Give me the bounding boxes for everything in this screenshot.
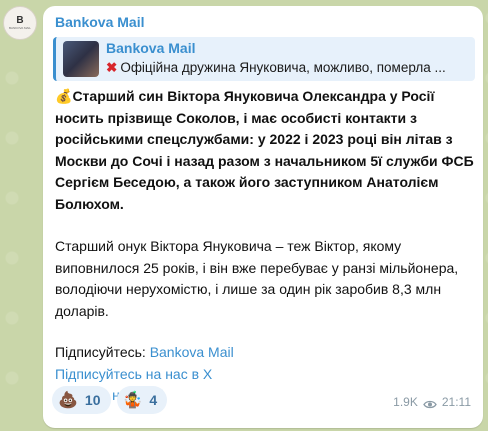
views-count: 1.9K xyxy=(393,395,418,409)
reaction-juggler[interactable]: 🤹 4 xyxy=(116,386,168,414)
reactions-bar: 💩 10 🤹 4 xyxy=(52,386,168,414)
reply-text: Офіційна дружина Януковича, можливо, пом… xyxy=(120,60,446,75)
reply-text-line: ✖ Офіційна дружина Януковича, можливо, по… xyxy=(106,60,472,76)
money-bag-icon: 💰 xyxy=(55,88,73,104)
message-paragraph-1: 💰Старший син Віктора Януковича Олександр… xyxy=(55,86,479,215)
reply-preview[interactable]: Bankova Mail ✖ Офіційна дружина Януковича… xyxy=(53,37,475,81)
avatar-mark: B xyxy=(16,15,24,26)
poop-emoji-icon: 💩 xyxy=(58,392,78,409)
message-time: 21:11 xyxy=(441,395,471,409)
eye-icon xyxy=(423,398,437,408)
paragraph-1-text: Старший син Віктора Януковича Олександра… xyxy=(55,88,474,212)
message-body: 💰Старший син Віктора Януковича Олександр… xyxy=(55,86,479,407)
reply-title: Bankova Mail xyxy=(106,40,196,56)
avatar-small-text: BANKOVA MAIL xyxy=(9,26,31,30)
reaction-poop[interactable]: 💩 10 xyxy=(52,386,111,414)
message-meta: 1.9K 21:11 xyxy=(393,395,471,409)
reaction-count: 10 xyxy=(84,392,101,408)
subscribe-link[interactable]: Bankova Mail xyxy=(150,344,234,360)
message-paragraph-2: Старший онук Віктора Януковича – теж Вік… xyxy=(55,238,459,319)
channel-avatar[interactable]: B BANKOVA MAIL xyxy=(3,6,37,40)
juggler-emoji-icon: 🤹 xyxy=(122,392,143,409)
reaction-count: 4 xyxy=(149,392,158,408)
channel-name[interactable]: Bankova Mail xyxy=(55,14,144,30)
message-bubble: Bankova Mail Bankova Mail ✖ Офіційна друж… xyxy=(43,6,483,428)
x-link[interactable]: Підписуйтесь на нас в X xyxy=(55,364,479,386)
cross-mark-icon: ✖ xyxy=(106,60,118,75)
subscribe-label: Підписуйтесь: xyxy=(55,344,150,360)
subscribe-line: Підписуйтесь: Bankova Mail xyxy=(55,342,479,364)
reply-thumbnail xyxy=(63,41,99,77)
